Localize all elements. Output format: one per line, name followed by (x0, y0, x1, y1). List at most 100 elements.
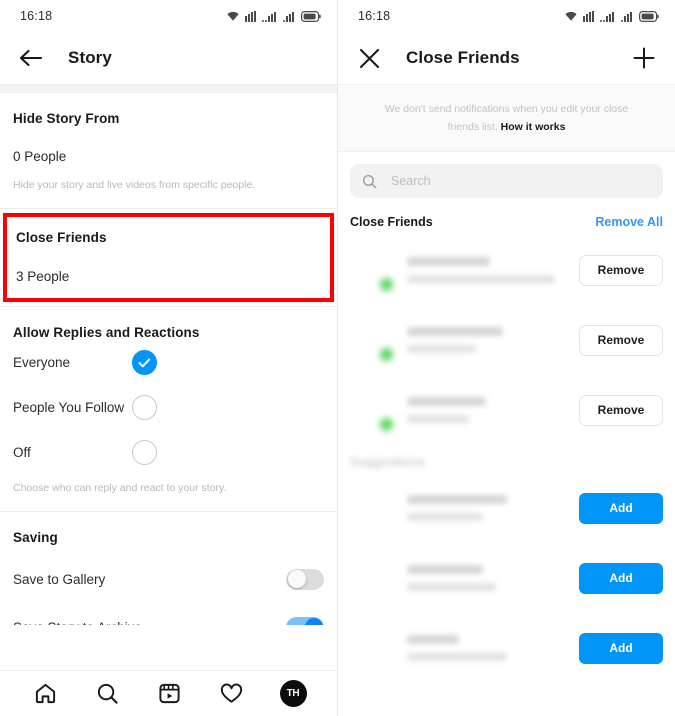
remove-button[interactable]: Remove (579, 394, 663, 426)
add-button[interactable]: Add (579, 632, 663, 664)
section-value: 0 People (13, 149, 67, 164)
search-placeholder: Search (391, 174, 431, 188)
section-value: 3 People (16, 269, 70, 284)
close-friends-notice: We don't send notifications when you edi… (338, 84, 675, 152)
user-text-block (407, 565, 579, 591)
bottom-tab-bar: TH (0, 670, 337, 716)
user-subtitle-redacted (407, 653, 507, 661)
user-subtitle-redacted (407, 513, 483, 521)
page-title: Story (68, 48, 112, 67)
status-bar-right: 16:18 (338, 0, 675, 32)
close-friend-badge-icon (378, 346, 395, 363)
add-button[interactable]: Add (579, 562, 663, 594)
close-icon[interactable] (354, 43, 384, 73)
status-time: 16:18 (358, 9, 391, 23)
list-item[interactable]: Remove (338, 305, 675, 375)
battery-icon (301, 10, 321, 22)
toggle-row-save-to-gallery[interactable]: Save to Gallery (13, 555, 324, 603)
signal-bars-icon (283, 11, 294, 22)
toggle-knob (287, 570, 306, 588)
list-item[interactable]: Add (338, 543, 675, 613)
section-title: Saving (13, 530, 58, 545)
user-name-redacted (407, 397, 487, 406)
toggle-knob (304, 618, 323, 625)
user-subtitle-redacted (407, 415, 469, 423)
toggle-switch-save-story-to-archive[interactable] (286, 616, 324, 625)
radio-group: Everyone People You Follow Off (13, 340, 324, 475)
page-title: Close Friends (406, 48, 520, 67)
user-subtitle-redacted (407, 583, 497, 591)
list-item[interactable]: Remove (338, 235, 675, 305)
section-title: Close Friends (16, 230, 107, 245)
close-friends-navbar: Close Friends (338, 32, 675, 84)
radio-option-off[interactable]: Off (13, 430, 324, 475)
close-friends-list-header: Close Friends Remove All (338, 208, 675, 235)
close-friend-badge-icon (378, 276, 395, 293)
signal-bars-icon (621, 11, 632, 22)
section-title: Allow Replies and Reactions (13, 325, 200, 340)
tab-home[interactable] (28, 677, 62, 711)
search-input[interactable]: Search (350, 164, 663, 198)
toggle-label: Save to Gallery (13, 571, 106, 587)
avatar (350, 388, 395, 433)
section-hide-story-from[interactable]: Hide Story From 0 People Hide your story… (0, 93, 337, 208)
list-header-title: Close Friends (350, 215, 433, 229)
list-item[interactable]: Add (338, 473, 675, 543)
arrow-left-icon[interactable] (16, 43, 46, 73)
avatar: TH (279, 680, 307, 707)
wifi-icon (227, 11, 239, 21)
radio-label: Everyone (13, 355, 71, 370)
user-name-redacted (407, 565, 483, 574)
status-icon-group (564, 10, 659, 22)
search-icon (97, 683, 118, 704)
list-item[interactable]: Add (338, 613, 675, 683)
avatar (350, 486, 394, 530)
tab-search[interactable] (90, 677, 124, 711)
suggestions-header: Suggestions (350, 455, 426, 469)
list-item[interactable]: Remove (338, 375, 675, 445)
remove-button[interactable]: Remove (579, 324, 663, 356)
user-text-block (407, 635, 579, 661)
user-text-block (407, 397, 579, 423)
highlight-wrapper: Close Friends 3 People (0, 209, 337, 302)
add-button[interactable]: Add (579, 492, 663, 524)
signal-sim1-icon (245, 10, 256, 22)
plus-icon[interactable] (629, 43, 659, 73)
dual-screenshot: 16:18 Story Hide Story From 0 People Hid… (0, 0, 675, 716)
remove-all-button[interactable]: Remove All (595, 215, 663, 229)
tab-profile[interactable]: TH (276, 677, 310, 711)
radio-option-people-you-follow[interactable]: People You Follow (13, 385, 324, 430)
user-name-redacted (407, 327, 504, 336)
user-text-block (407, 495, 579, 521)
radio-option-everyone[interactable]: Everyone (13, 340, 324, 385)
status-time: 16:18 (20, 9, 53, 23)
radio-label: Off (13, 445, 31, 460)
section-saving: Saving Save to Gallery Save Story to Arc… (0, 512, 337, 625)
story-settings-screen: 16:18 Story Hide Story From 0 People Hid… (0, 0, 338, 716)
toggle-row-save-story-to-archive[interactable]: Save Story to Archive (13, 603, 324, 625)
tab-reels[interactable] (152, 677, 186, 711)
radio-label: People You Follow (13, 400, 125, 415)
how-it-works-link[interactable]: How it works (501, 121, 566, 133)
reels-icon (158, 683, 180, 704)
user-subtitle-redacted (407, 345, 476, 353)
toggle-switch-save-to-gallery[interactable] (286, 568, 324, 590)
avatar (350, 248, 395, 293)
section-hint: Hide your story and live videos from spe… (13, 179, 256, 191)
section-hint: Choose who can reply and react to your s… (13, 482, 227, 494)
remove-button[interactable]: Remove (579, 254, 663, 286)
user-name-redacted (407, 257, 490, 266)
battery-icon (639, 10, 659, 22)
radio-indicator[interactable] (132, 440, 157, 465)
radio-indicator[interactable] (132, 395, 157, 420)
search-wrapper: Search (338, 152, 675, 208)
tab-activity[interactable] (214, 677, 248, 711)
user-name-redacted (407, 635, 459, 644)
user-subtitle-redacted (407, 275, 555, 283)
story-navbar: Story (0, 32, 337, 84)
radio-indicator-selected[interactable] (132, 350, 157, 375)
section-close-friends-highlighted[interactable]: Close Friends 3 People (3, 213, 334, 302)
status-icon-group (226, 10, 321, 22)
section-title: Hide Story From (13, 111, 120, 126)
user-name-redacted (407, 495, 507, 504)
